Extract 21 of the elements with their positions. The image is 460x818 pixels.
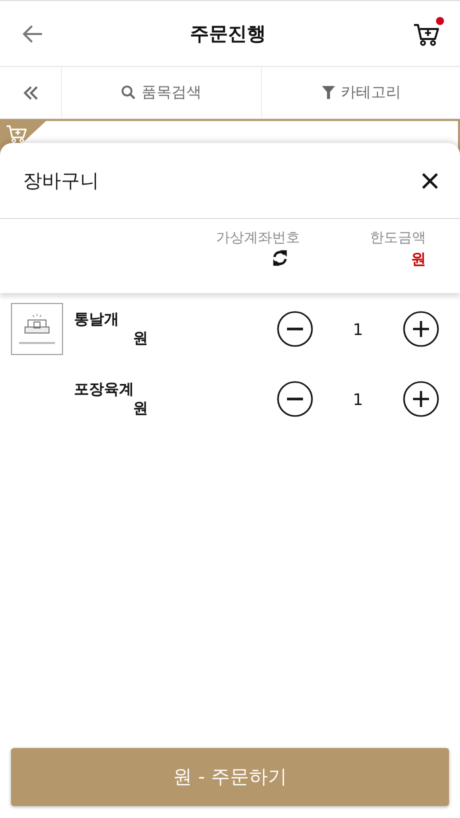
minus-button[interactable]	[277, 311, 313, 347]
search-icon	[121, 85, 136, 100]
info-label: 한도금액	[370, 229, 426, 247]
plus-button[interactable]	[403, 311, 439, 347]
page-title: 주문진행	[190, 22, 266, 46]
item-price: 원	[133, 329, 148, 348]
plus-button[interactable]	[403, 381, 439, 417]
back-icon[interactable]	[22, 22, 44, 44]
collapse-icon[interactable]	[22, 86, 38, 100]
quantity-value: 1	[352, 390, 364, 408]
quantity-value: 1	[352, 320, 364, 338]
sheet-title: 장바구니	[23, 168, 99, 194]
item-price: 원	[133, 399, 148, 418]
limit-amount: 원	[411, 250, 426, 269]
refresh-icon[interactable]	[272, 250, 288, 266]
info-label: 가상계좌번호	[216, 229, 300, 247]
item-name: 통날개	[74, 310, 120, 329]
filter-icon	[320, 85, 336, 100]
close-icon[interactable]	[420, 170, 440, 190]
item-name: 포장육계	[74, 380, 135, 399]
minus-button[interactable]	[277, 381, 313, 417]
